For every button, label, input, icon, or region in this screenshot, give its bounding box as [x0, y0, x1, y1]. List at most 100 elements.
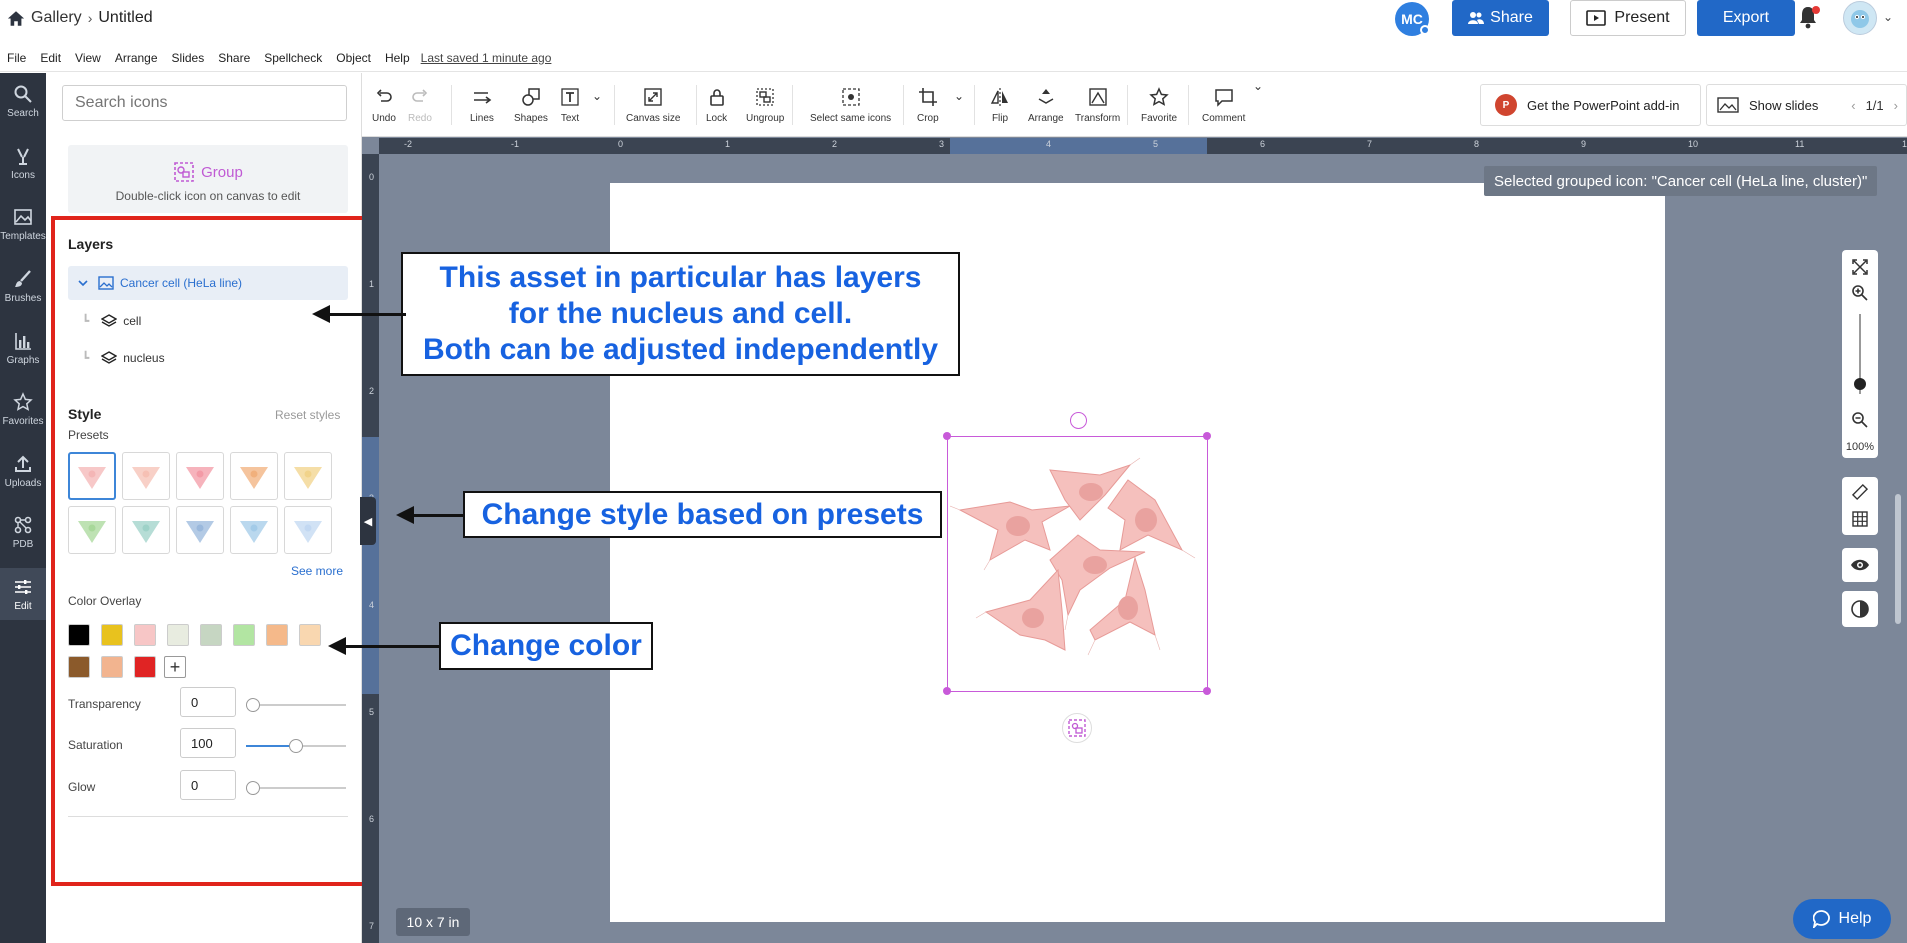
zoom-slider-knob[interactable]	[1854, 378, 1866, 390]
rail-graphs[interactable]: Graphs	[0, 322, 46, 374]
zoom-in-icon[interactable]	[1851, 284, 1869, 302]
chevron-down-icon[interactable]: ⌄	[1883, 10, 1893, 24]
rail-search[interactable]: Search	[0, 75, 46, 127]
layer-item-cell[interactable]: ┗ cell	[82, 306, 141, 336]
rail-favorites[interactable]: Favorites	[0, 383, 46, 435]
color-swatch[interactable]	[167, 624, 189, 646]
canvas-size-chip[interactable]: 10 x 7 in	[396, 908, 470, 936]
search-input[interactable]	[62, 85, 347, 121]
redo-button[interactable]: Redo	[408, 87, 432, 131]
user-avatar[interactable]	[1843, 1, 1877, 35]
contrast-icon[interactable]	[1842, 591, 1878, 627]
style-preset[interactable]	[122, 452, 170, 500]
style-preset[interactable]	[122, 506, 170, 554]
favorite-button[interactable]: Favorite	[1141, 87, 1177, 131]
color-swatch[interactable]	[200, 624, 222, 646]
resize-handle-se[interactable]	[1203, 687, 1211, 695]
style-preset[interactable]	[230, 506, 278, 554]
add-color-button[interactable]: +	[164, 656, 186, 678]
rail-brushes[interactable]: Brushes	[0, 260, 46, 312]
menu-object[interactable]: Object	[329, 51, 378, 65]
reset-styles-button[interactable]: Reset styles	[275, 408, 340, 422]
comment-button[interactable]: Comment	[1202, 87, 1245, 131]
ungroup-button[interactable]: Ungroup	[746, 87, 784, 131]
menu-slides[interactable]: Slides	[165, 51, 212, 65]
slider-knob[interactable]	[246, 698, 260, 712]
home-icon[interactable]	[7, 10, 25, 27]
flip-button[interactable]: Flip	[990, 87, 1010, 131]
chevron-left-icon[interactable]: ‹	[1851, 98, 1855, 113]
last-saved-status[interactable]: Last saved 1 minute ago	[421, 51, 552, 65]
vertical-scrollbar[interactable]	[1895, 494, 1901, 624]
transform-button[interactable]: Transform	[1075, 87, 1120, 131]
text-button[interactable]: Text	[560, 87, 580, 131]
menu-edit[interactable]: Edit	[33, 51, 68, 65]
menu-view[interactable]: View	[68, 51, 108, 65]
arrange-button[interactable]: Arrange	[1028, 87, 1064, 131]
rail-templates[interactable]: Templates	[0, 198, 46, 250]
menu-arrange[interactable]: Arrange	[108, 51, 165, 65]
chevron-right-icon[interactable]: ›	[1894, 98, 1898, 113]
saturation-slider[interactable]	[246, 739, 346, 753]
chevron-down-icon[interactable]	[76, 276, 90, 290]
saturation-input[interactable]	[180, 728, 236, 758]
menu-share[interactable]: Share	[211, 51, 257, 65]
slider-knob[interactable]	[289, 739, 303, 753]
rail-pdb[interactable]: PDB	[0, 506, 46, 558]
see-more-link[interactable]: See more	[291, 564, 343, 578]
grid-icon[interactable]	[1851, 510, 1869, 528]
ruler-icon[interactable]	[1851, 483, 1869, 501]
lines-button[interactable]: Lines	[470, 87, 494, 131]
breadcrumb-gallery[interactable]: Gallery	[31, 9, 82, 27]
color-swatch[interactable]	[233, 624, 255, 646]
select-same-icons-button[interactable]: Select same icons	[810, 87, 891, 131]
rotate-handle[interactable]	[1070, 412, 1087, 429]
crop-button[interactable]: Crop	[917, 87, 939, 131]
chevron-down-icon[interactable]: ⌄	[1253, 79, 1263, 93]
color-swatch[interactable]	[101, 624, 123, 646]
notifications-bell-icon[interactable]	[1797, 4, 1821, 32]
document-title[interactable]: Untitled	[98, 9, 152, 27]
lock-button[interactable]: Lock	[706, 87, 727, 131]
color-swatch[interactable]	[134, 656, 156, 678]
selection-box[interactable]	[947, 436, 1208, 692]
resize-handle-ne[interactable]	[1203, 432, 1211, 440]
style-preset[interactable]	[284, 452, 332, 500]
resize-handle-nw[interactable]	[943, 432, 951, 440]
rail-icons[interactable]: Icons	[0, 137, 46, 189]
color-swatch[interactable]	[68, 624, 90, 646]
show-slides-button[interactable]: Show slides ‹ 1/1 ›	[1706, 84, 1907, 126]
style-preset[interactable]	[230, 452, 278, 500]
help-button[interactable]: Help	[1793, 899, 1891, 939]
collapse-panel-button[interactable]: ◀	[360, 497, 376, 545]
resize-handle-sw[interactable]	[943, 687, 951, 695]
chevron-down-icon[interactable]: ⌄	[592, 89, 602, 103]
visibility-eye-icon[interactable]	[1842, 548, 1878, 582]
shapes-button[interactable]: Shapes	[514, 87, 548, 131]
glow-input[interactable]	[180, 770, 236, 800]
rail-edit[interactable]: Edit	[0, 568, 46, 620]
color-swatch[interactable]	[266, 624, 288, 646]
color-swatch[interactable]	[68, 656, 90, 678]
style-preset[interactable]	[68, 506, 116, 554]
menu-spellcheck[interactable]: Spellcheck	[257, 51, 329, 65]
glow-slider[interactable]	[246, 781, 346, 795]
share-button[interactable]: Share	[1452, 0, 1549, 36]
group-badge-icon[interactable]	[1062, 713, 1092, 743]
export-button[interactable]: Export	[1697, 0, 1795, 36]
layer-item-nucleus[interactable]: ┗ nucleus	[82, 343, 165, 373]
present-button[interactable]: Present	[1570, 0, 1686, 36]
rail-uploads[interactable]: Uploads	[0, 445, 46, 497]
color-swatch[interactable]	[101, 656, 123, 678]
style-preset[interactable]	[284, 506, 332, 554]
color-swatch[interactable]	[299, 624, 321, 646]
fit-screen-icon[interactable]	[1851, 258, 1869, 276]
canvas-size-button[interactable]: Canvas size	[626, 87, 680, 131]
collaborator-avatar[interactable]: MC	[1395, 2, 1430, 36]
layer-root-item[interactable]: Cancer cell (HeLa line)	[68, 266, 348, 300]
transparency-input[interactable]	[180, 687, 236, 717]
color-swatch[interactable]	[134, 624, 156, 646]
slider-knob[interactable]	[246, 781, 260, 795]
undo-button[interactable]: Undo	[372, 87, 396, 131]
transparency-slider[interactable]	[246, 698, 346, 712]
